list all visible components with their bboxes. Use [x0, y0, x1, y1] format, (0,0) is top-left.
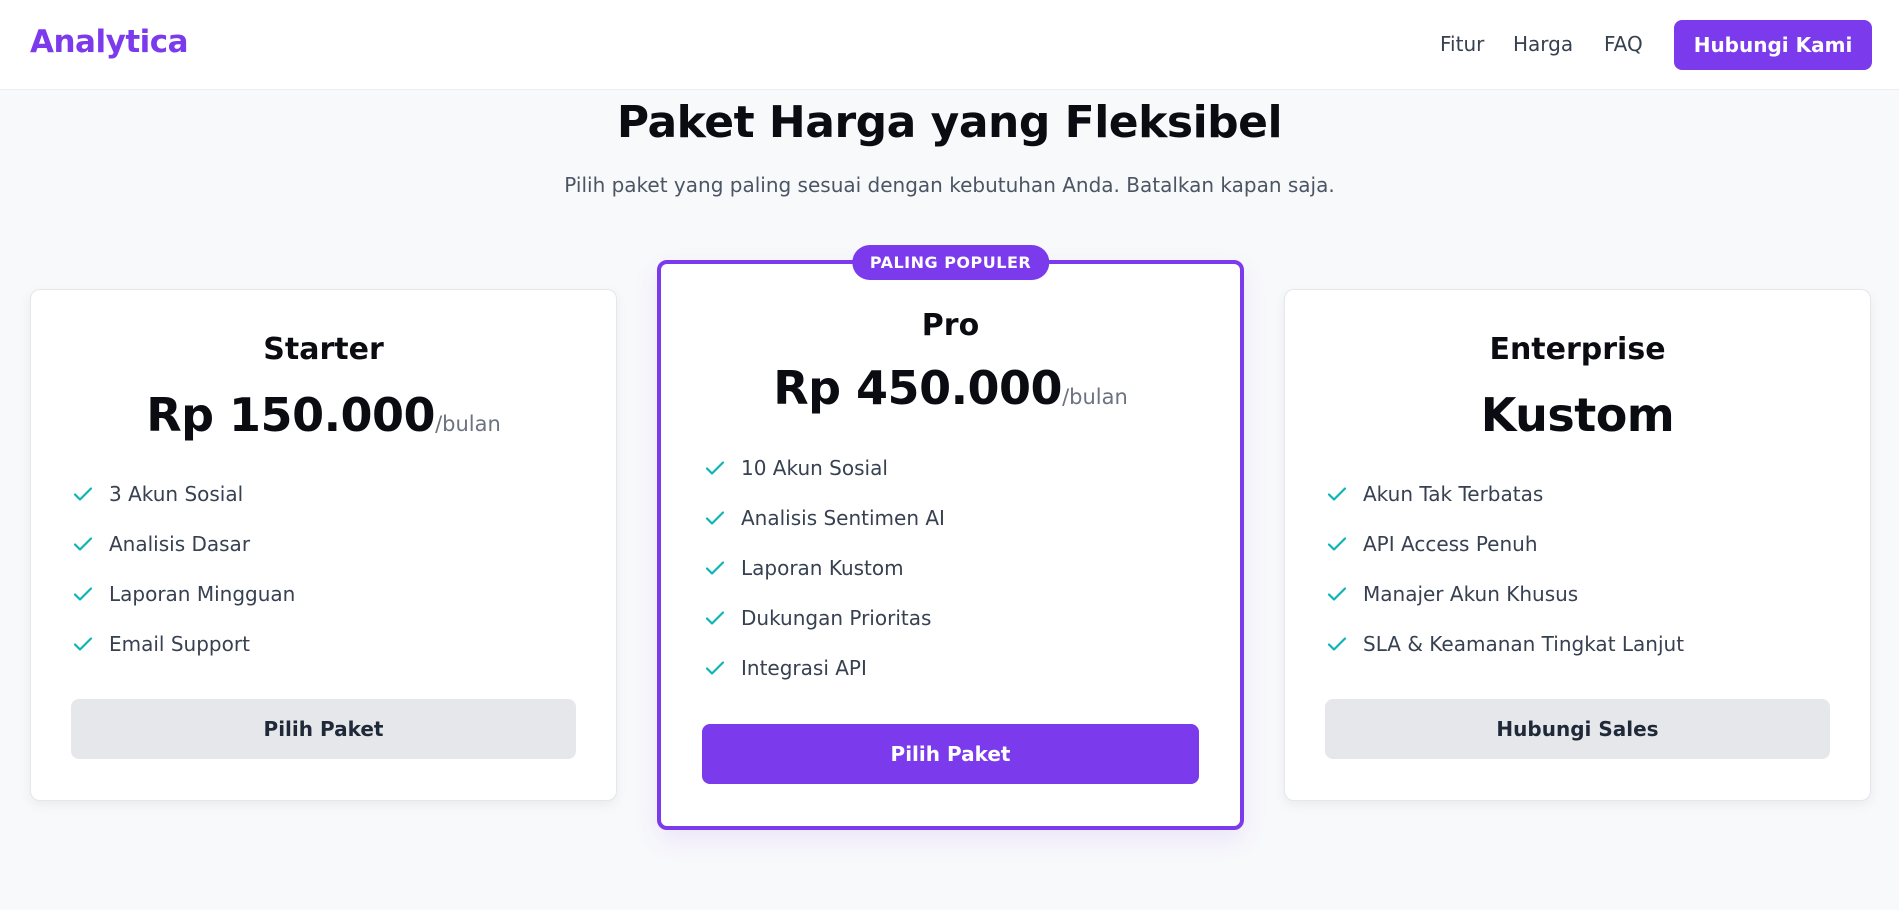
nav-link-faq[interactable]: FAQ — [1604, 32, 1643, 56]
feature-item: Manajer Akun Khusus — [1325, 582, 1578, 606]
feature-label: Dukungan Prioritas — [741, 606, 932, 630]
feature-label: Akun Tak Terbatas — [1363, 482, 1544, 506]
check-icon — [705, 611, 725, 625]
feature-label: SLA & Keamanan Tingkat Lanjut — [1363, 632, 1685, 656]
check-icon — [1327, 637, 1347, 651]
feature-label: 10 Akun Sosial — [741, 456, 888, 480]
plan-price: Kustom — [1285, 388, 1870, 442]
check-icon — [705, 511, 725, 525]
feature-label: 3 Akun Sosial — [109, 482, 244, 506]
feature-item: API Access Penuh — [1325, 532, 1538, 556]
pricing-card-pro: PALING POPULER Pro Rp 450.000/bulan 10 A… — [657, 245, 1244, 830]
page-subtitle: Pilih paket yang paling sesuai dengan ke… — [564, 173, 1335, 197]
check-icon — [73, 637, 93, 651]
feature-item: Akun Tak Terbatas — [1325, 482, 1543, 506]
feature-item: Dukungan Prioritas — [703, 606, 931, 630]
feature-label: Laporan Kustom — [741, 556, 904, 580]
plan-name: Pro — [921, 308, 980, 343]
price-amount: Kustom — [1480, 388, 1675, 442]
check-icon — [705, 561, 725, 575]
price-amount: Rp 150.000 — [146, 388, 436, 442]
check-icon — [705, 461, 725, 475]
price-period: /bulan — [435, 412, 501, 436]
check-icon — [73, 537, 93, 551]
choose-plan-button[interactable]: Pilih Paket — [702, 724, 1199, 784]
feature-item: Integrasi API — [703, 656, 867, 680]
check-icon — [1327, 487, 1347, 501]
check-icon — [1327, 587, 1347, 601]
check-icon — [73, 587, 93, 601]
popular-badge: PALING POPULER — [851, 245, 1050, 280]
feature-item: 3 Akun Sosial — [71, 482, 243, 506]
feature-item: Email Support — [71, 632, 250, 656]
feature-label: Laporan Mingguan — [109, 582, 296, 606]
feature-item: Analisis Dasar — [71, 532, 250, 556]
choose-plan-button[interactable]: Pilih Paket — [71, 699, 576, 759]
nav-link-fitur[interactable]: Fitur — [1440, 32, 1484, 56]
pricing-card-enterprise: Enterprise Kustom Akun Tak Terbatas API … — [1284, 289, 1871, 801]
plan-name: Starter — [263, 332, 384, 367]
feature-label: Manajer Akun Khusus — [1363, 582, 1579, 606]
plan-name: Enterprise — [1489, 332, 1666, 367]
check-icon — [73, 487, 93, 501]
nav-link-harga[interactable]: Harga — [1513, 32, 1573, 56]
pricing-card-starter: Starter Rp 150.000/bulan 3 Akun Sosial A… — [30, 289, 617, 801]
brand-logo[interactable]: Analytica — [30, 24, 189, 60]
contact-sales-button[interactable]: Hubungi Sales — [1325, 699, 1830, 759]
price-period: /bulan — [1062, 385, 1128, 409]
feature-label: Integrasi API — [741, 656, 867, 680]
feature-item: Analisis Sentimen AI — [703, 506, 945, 530]
feature-item: Laporan Mingguan — [71, 582, 295, 606]
contact-us-button[interactable]: Hubungi Kami — [1674, 20, 1872, 70]
feature-label: Email Support — [109, 632, 250, 656]
feature-label: Analisis Sentimen AI — [741, 506, 945, 530]
check-icon — [1327, 537, 1347, 551]
top-navbar: Analytica Fitur Harga FAQ Hubungi Kami — [0, 0, 1899, 90]
feature-label: Analisis Dasar — [109, 532, 251, 556]
plan-price: Rp 450.000/bulan — [661, 361, 1240, 415]
feature-item: SLA & Keamanan Tingkat Lanjut — [1325, 632, 1684, 656]
feature-item: 10 Akun Sosial — [703, 456, 888, 480]
page-title: Paket Harga yang Fleksibel — [616, 97, 1283, 148]
plan-price: Rp 150.000/bulan — [31, 388, 616, 442]
price-amount: Rp 450.000 — [773, 361, 1063, 415]
feature-label: API Access Penuh — [1363, 532, 1538, 556]
check-icon — [705, 661, 725, 675]
feature-item: Laporan Kustom — [703, 556, 904, 580]
